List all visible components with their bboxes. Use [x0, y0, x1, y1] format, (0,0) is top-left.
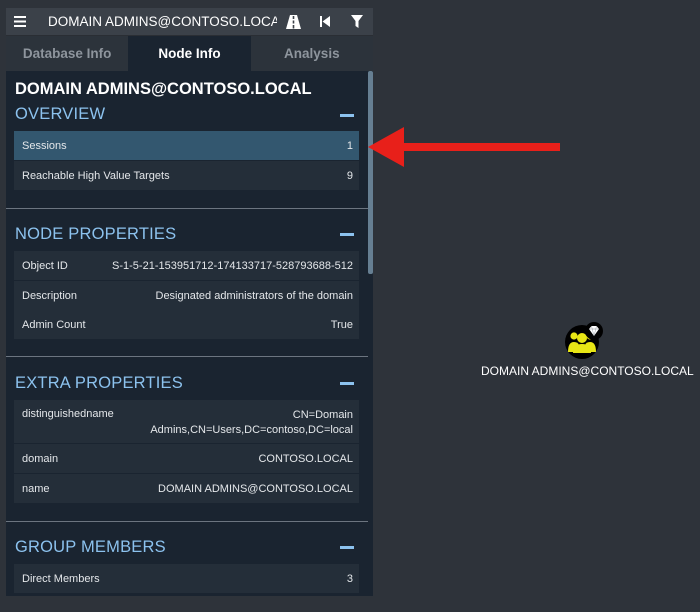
- tab-analysis[interactable]: Analysis: [251, 36, 373, 71]
- tab-database-info[interactable]: Database Info: [6, 36, 128, 71]
- extra-properties-row-domain: domain CONTOSO.LOCAL: [14, 444, 359, 473]
- row-label: distinguishedname: [22, 408, 114, 420]
- extra-properties-collapse-icon[interactable]: [340, 382, 354, 385]
- row-value: Designated administrators of the domain: [155, 289, 354, 302]
- overview-row-sessions[interactable]: Sessions 1: [14, 131, 359, 160]
- node-info-panel: DOMAIN ADMINS@CONTOSO.LOCAL OVERVIEW Ses…: [6, 71, 373, 596]
- filter-icon[interactable]: [341, 8, 373, 36]
- section-divider: [6, 208, 368, 209]
- overview-collapse-icon[interactable]: [340, 114, 354, 117]
- row-value: S-1-5-21-153951712-174133717-528793688-5…: [112, 259, 353, 272]
- node-properties-collapse-icon[interactable]: [340, 233, 354, 236]
- group-members-title: GROUP MEMBERS: [15, 538, 166, 556]
- overview-row-reachable-hvt[interactable]: Reachable High Value Targets 9: [14, 161, 359, 190]
- extra-properties-row-name: name DOMAIN ADMINS@CONTOSO.LOCAL: [14, 474, 359, 503]
- row-label: Object ID: [22, 259, 68, 272]
- row-value-line: Admins,CN=Users,DC=contoso,DC=local: [150, 424, 353, 436]
- tab-bar: Database Info Node Info Analysis: [6, 36, 373, 71]
- gem-icon: [585, 322, 603, 340]
- node-properties-title: NODE PROPERTIES: [15, 225, 177, 243]
- arrow-icon: [368, 127, 560, 167]
- row-label: Admin Count: [22, 318, 86, 331]
- row-label: domain: [22, 452, 59, 465]
- road-icon[interactable]: [277, 8, 309, 36]
- extra-properties-title: EXTRA PROPERTIES: [15, 374, 183, 392]
- row-value-line: CN=Domain: [292, 409, 353, 421]
- row-value: True: [330, 318, 353, 331]
- search-bar: DOMAIN ADMINS@CONTOSO.LOCAL: [6, 8, 373, 36]
- panel-scrollbar[interactable]: [368, 71, 373, 274]
- graph-node-domain-admins[interactable]: [564, 322, 606, 359]
- back-icon[interactable]: [309, 8, 341, 36]
- extra-properties-row-distinguishedname: distinguishedname CN=Domain Admins,CN=Us…: [14, 400, 359, 443]
- row-label: name: [22, 482, 50, 495]
- row-value: DOMAIN ADMINS@CONTOSO.LOCAL: [158, 482, 353, 495]
- row-value: CONTOSO.LOCAL: [258, 452, 353, 465]
- node-properties-row-description: Description Designated administrators of…: [14, 281, 359, 310]
- search-input[interactable]: DOMAIN ADMINS@CONTOSO.LOCAL: [34, 8, 277, 36]
- node-properties-row-admin-count: Admin Count True: [14, 310, 359, 339]
- row-label: Description: [22, 289, 78, 302]
- section-divider: [6, 356, 368, 357]
- menu-icon[interactable]: [6, 8, 34, 36]
- row-label: Direct Members: [22, 572, 100, 585]
- section-divider: [6, 521, 368, 522]
- node-properties-row-object-id: Object ID S-1-5-21-153951712-174133717-5…: [14, 251, 359, 280]
- group-members-collapse-icon[interactable]: [340, 546, 354, 549]
- group-members-row-direct-members[interactable]: Direct Members 3: [14, 564, 359, 593]
- graph-node-label: DOMAIN ADMINS@CONTOSO.LOCAL: [481, 364, 694, 378]
- row-value: CN=Domain Admins,CN=Users,DC=contoso,DC=…: [150, 408, 353, 438]
- row-label: Sessions: [22, 139, 67, 152]
- row-label: Reachable High Value Targets: [22, 169, 170, 182]
- node-title: DOMAIN ADMINS@CONTOSO.LOCAL: [15, 80, 312, 98]
- overview-title: OVERVIEW: [15, 105, 106, 123]
- row-value: 9: [346, 169, 353, 182]
- row-value: 1: [346, 139, 353, 152]
- tab-node-info[interactable]: Node Info: [128, 36, 251, 71]
- row-value: 3: [346, 572, 353, 585]
